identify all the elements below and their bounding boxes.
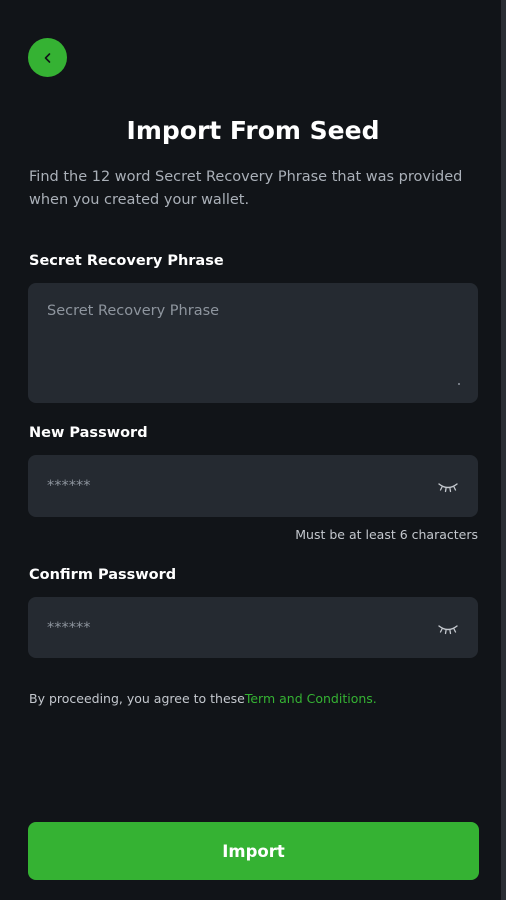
import-button[interactable]: Import xyxy=(28,822,479,880)
back-button[interactable] xyxy=(28,38,67,77)
seed-phrase-label: Secret Recovery Phrase xyxy=(29,253,224,269)
confirm-password-field xyxy=(28,597,478,658)
chevron-left-icon xyxy=(44,52,50,63)
page-subtitle: Find the 12 word Secret Recovery Phrase … xyxy=(29,169,463,208)
new-password-field xyxy=(28,455,478,517)
password-hint: Must be at least 6 characters xyxy=(295,527,478,542)
seed-phrase-field xyxy=(28,283,478,403)
confirm-password-input[interactable] xyxy=(28,597,478,658)
seed-phrase-input[interactable] xyxy=(28,283,478,403)
new-password-label: New Password xyxy=(29,425,148,441)
eye-closed-icon[interactable] xyxy=(437,479,459,493)
terms-notice: By proceeding, you agree to theseTerm an… xyxy=(29,691,377,706)
scrollbar[interactable] xyxy=(501,0,506,900)
resize-handle[interactable] xyxy=(458,383,460,385)
confirm-password-label: Confirm Password xyxy=(29,567,177,583)
page-title: Import From Seed xyxy=(126,116,380,145)
eye-closed-icon[interactable] xyxy=(437,621,459,635)
terms-link[interactable]: Term and Conditions. xyxy=(245,691,377,706)
terms-text: By proceeding, you agree to these xyxy=(29,691,245,706)
new-password-input[interactable] xyxy=(28,455,478,517)
import-from-seed-screen: Import From Seed Find the 12 word Secret… xyxy=(0,0,506,900)
